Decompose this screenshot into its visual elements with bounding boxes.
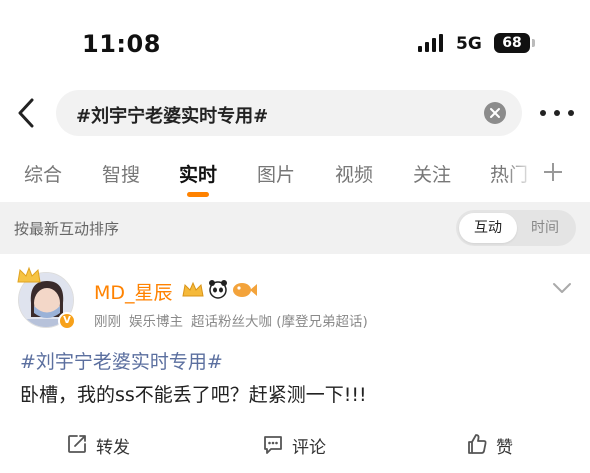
tab-realtime[interactable]: 实时 (179, 160, 217, 187)
comment-icon (264, 436, 282, 454)
like-icon (468, 434, 487, 454)
sort-toggle[interactable]: 互动 时间 (456, 210, 576, 246)
post-text: 卧槽，我的ss不能丢了吧？赶紧测一下!!! (20, 384, 367, 406)
sort-bar: 按最新互动排序 互动 时间 (0, 202, 590, 254)
like-button[interactable]: 赞 (466, 432, 526, 458)
network-type: 5G (456, 34, 482, 54)
sort-option-time[interactable]: 时间 (516, 213, 574, 243)
active-tab-indicator (187, 192, 209, 197)
search-input[interactable]: #刘宇宁老婆实时专用# (56, 90, 522, 136)
post-hashtag-link[interactable]: #刘宇宁老婆实时专用# (20, 347, 223, 374)
post-time: 刚刚 (94, 314, 121, 330)
post-actions: 转发 评论 赞 (0, 424, 590, 464)
crown-badge-icon (182, 281, 204, 297)
signal-icon (418, 34, 448, 54)
back-arrow-icon[interactable] (12, 96, 42, 130)
status-time: 11:08 (82, 30, 161, 58)
battery-cap (532, 39, 535, 47)
like-label: 赞 (496, 438, 513, 458)
clear-icon[interactable] (484, 102, 506, 124)
tab-following[interactable]: 关注 (413, 160, 451, 187)
user-supertopic-title: 超话粉丝大咖 (摩登兄弟超话) (191, 314, 368, 330)
tab-bar: 综合 智搜 实时 图片 视频 关注 热门 (0, 152, 590, 198)
battery-icon: 68 (494, 33, 530, 53)
verified-v-icon: V (58, 312, 76, 330)
tab-fade (505, 152, 535, 198)
panda-icon (209, 280, 227, 299)
comment-label: 评论 (292, 438, 326, 458)
post-meta: 刚刚 娱乐博主 超话粉丝大咖 (摩登兄弟超话) (94, 310, 376, 330)
more-icon[interactable] (536, 100, 578, 126)
tab-images[interactable]: 图片 (257, 160, 295, 187)
tab-smart-search[interactable]: 智搜 (102, 160, 140, 187)
chevron-down-icon[interactable] (551, 280, 573, 296)
search-query: #刘宇宁老婆实时专用# (76, 106, 269, 127)
repost-label: 转发 (96, 438, 130, 458)
repost-icon (68, 435, 86, 453)
crown-icon (16, 266, 42, 284)
avatar[interactable]: V (14, 266, 78, 330)
tab-comprehensive[interactable]: 综合 (24, 160, 62, 187)
user-role: 娱乐博主 (129, 314, 183, 330)
plus-icon[interactable] (543, 162, 563, 182)
comment-button[interactable]: 评论 (262, 432, 342, 458)
fish-badge-icon (233, 283, 257, 297)
tab-videos[interactable]: 视频 (335, 160, 373, 187)
user-badges (180, 278, 260, 302)
sort-option-interaction[interactable]: 互动 (459, 213, 517, 243)
status-bar: 11:08 5G 68 (0, 0, 590, 86)
repost-button[interactable]: 转发 (66, 432, 146, 458)
sort-label: 按最新互动排序 (14, 220, 120, 238)
post-username[interactable]: MD_星辰 (94, 278, 173, 305)
